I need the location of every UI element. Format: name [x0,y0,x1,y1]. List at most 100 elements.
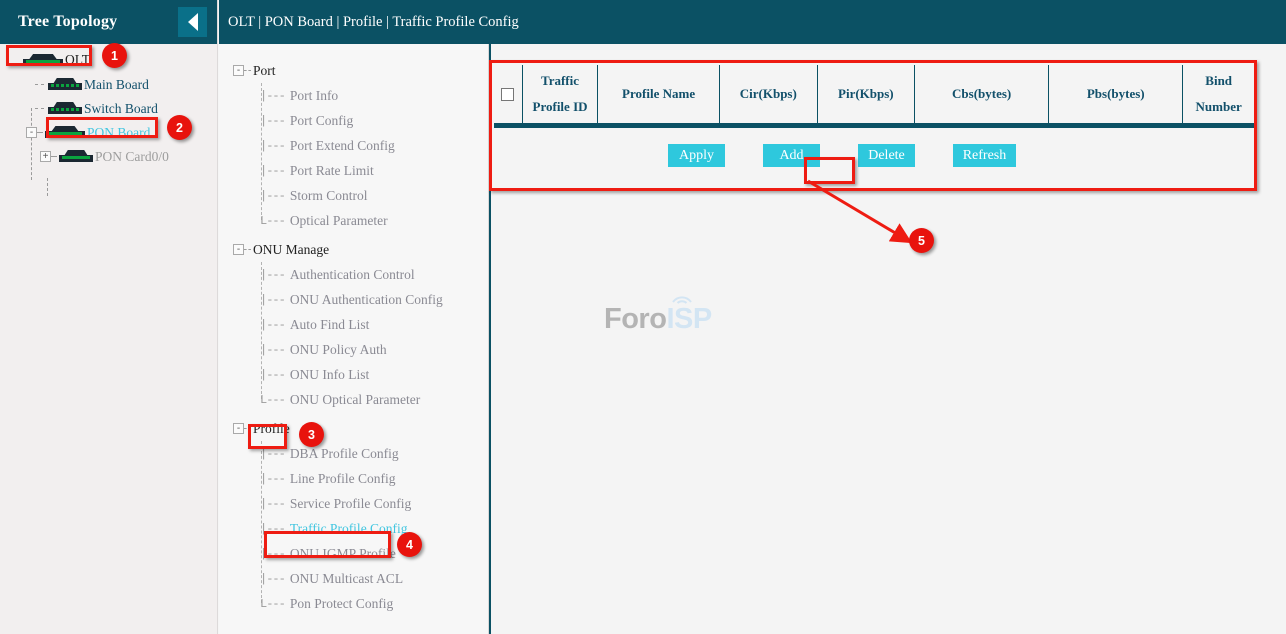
menu-item-onu-optical-parameter[interactable]: L--- ONU Optical Parameter [219,387,488,412]
menu-leader-icon: |--- [260,522,285,536]
menu-leader-icon: |--- [260,114,285,128]
delete-button[interactable]: Delete [858,144,915,167]
menu-item-auto-find-list[interactable]: |--- Auto Find List [219,312,488,337]
menu-leader-icon: |--- [260,572,285,586]
menu-expander-icon[interactable]: - [233,423,244,434]
menu-leader-icon: |--- [260,343,285,357]
menu-item-label: ONU Authentication Config [290,292,443,308]
menu-item-onu-igmp-profile[interactable]: |--- ONU IGMP Profile [219,541,488,566]
menu-expander-icon[interactable]: - [233,65,244,76]
column-header-bind-number[interactable]: Bind Number [1183,65,1254,123]
menu-item-authentication-control[interactable]: |--- Authentication Control [219,262,488,287]
menu-leader-icon: L--- [260,597,285,611]
menu-leader-icon: |--- [260,368,285,382]
menu-group-label: Profile [253,421,290,437]
select-all-cell [494,65,522,123]
menu-item-label: Storm Control [290,188,368,204]
application-window: Tree Topology OLT [0,0,1286,634]
menu-group-label: Port [253,63,276,79]
menu-leader-icon: |--- [260,189,285,203]
menu-item-label: Port Info [290,88,338,104]
device-icon [59,150,93,163]
menu-group-profile[interactable]: - Profile [219,416,488,441]
tree-item-main-board[interactable]: Main Board [0,74,217,95]
menu-group-onu-manage[interactable]: - ONU Manage [219,237,488,262]
tree-item-label: PON Card0/0 [95,150,169,164]
watermark-text-foro: Foro [604,303,666,336]
menu-item-pon-protect-config[interactable]: L--- Pon Protect Config [219,591,488,616]
menu-item-dba-profile-config[interactable]: |--- DBA Profile Config [219,441,488,466]
menu-leader-icon: L--- [260,214,285,228]
tree-connector [35,84,44,85]
select-all-checkbox[interactable] [501,88,514,101]
menu-item-optical-parameter[interactable]: L--- Optical Parameter [219,208,488,233]
menu-item-storm-control[interactable]: |--- Storm Control [219,183,488,208]
tree-connector [35,108,44,109]
tree-expander-collapse-icon[interactable]: - [26,127,37,138]
menu-connector [244,428,251,429]
menu-group-port[interactable]: - Port [219,58,488,83]
menu-item-traffic-profile-config[interactable]: |--- Traffic Profile Config [219,516,488,541]
menu-item-label: Optical Parameter [290,213,388,229]
column-header-cbs[interactable]: Cbs(bytes) [915,65,1049,123]
menu-item-port-config[interactable]: |--- Port Config [219,108,488,133]
menu-item-onu-info-list[interactable]: |--- ONU Info List [219,362,488,387]
menu-item-label: DBA Profile Config [290,446,399,462]
menu-leader-icon: |--- [260,497,285,511]
menu-item-label: ONU Policy Auth [290,342,387,358]
add-button[interactable]: Add [763,144,820,167]
menu-item-label: Service Profile Config [290,496,411,512]
tree-item-label: OLT [65,53,90,67]
tree-item-label: PON Board [87,126,150,140]
callout-badge-1: 1 [102,43,127,68]
menu-sublist-port: |--- Port Info |--- Port Config |--- Por… [219,83,488,233]
menu-item-onu-policy-auth[interactable]: |--- ONU Policy Auth [219,337,488,362]
device-icon [48,102,82,115]
breadcrumb-bar: OLT | PON Board | Profile | Traffic Prof… [219,0,1286,44]
menu-item-service-profile-config[interactable]: |--- Service Profile Config [219,491,488,516]
apply-button[interactable]: Apply [668,144,725,167]
traffic-profile-table-panel: Traffic Profile ID Profile Name Cir(Kbps… [494,65,1262,183]
chevron-left-glyph [188,13,198,31]
tree-expander-expand-icon[interactable]: + [40,151,51,162]
menu-item-label: Port Config [290,113,353,129]
menu-connector [244,70,251,71]
menu-expander-icon[interactable]: - [233,244,244,255]
callout-badge-3: 3 [299,422,324,447]
tree-item-pon-card[interactable]: + PON Card0/0 [0,146,217,167]
watermark-text-isp: ISP [666,303,711,336]
sidebar-title: Tree Topology [0,13,117,31]
column-header-pir[interactable]: Pir(Kbps) [817,65,915,123]
menu-item-port-extend-config[interactable]: |--- Port Extend Config [219,133,488,158]
menu-item-onu-multicast-acl[interactable]: |--- ONU Multicast ACL [219,566,488,591]
menu-item-label: ONU Info List [290,367,370,383]
menu-item-label: Port Rate Limit [290,163,374,179]
column-header-traffic-profile-id[interactable]: Traffic Profile ID [522,65,597,123]
menu-item-port-rate-limit[interactable]: |--- Port Rate Limit [219,158,488,183]
chevron-left-icon[interactable] [178,7,207,37]
device-icon [48,78,82,91]
refresh-button[interactable]: Refresh [953,144,1016,167]
column-header-profile-name[interactable]: Profile Name [598,65,720,123]
menu-item-onu-authentication-config[interactable]: |--- ONU Authentication Config [219,287,488,312]
column-header-pbs[interactable]: Pbs(bytes) [1049,65,1183,123]
foroisp-watermark: Foro ISP [604,303,712,336]
menu-item-label: Line Profile Config [290,471,396,487]
menu-leader-icon: |--- [260,89,285,103]
tree-item-label: Main Board [84,78,149,92]
content-panel: Traffic Profile ID Profile Name Cir(Kbps… [489,44,1286,634]
menu-item-line-profile-config[interactable]: |--- Line Profile Config [219,466,488,491]
callout-badge-2: 2 [167,115,192,140]
menu-leader-icon: L--- [260,393,285,407]
table-action-buttons: Apply Add Delete Refresh [494,128,1254,183]
tree-connector [37,132,43,133]
menu-item-label: Port Extend Config [290,138,395,154]
menu-item-label: Pon Protect Config [290,596,394,612]
column-header-cir[interactable]: Cir(Kbps) [720,65,818,123]
device-icon [45,126,85,139]
tree-item-label: Switch Board [84,102,158,116]
menu-item-port-info[interactable]: |--- Port Info [219,83,488,108]
tree-connector [47,178,48,196]
menu-sublist-profile: |--- DBA Profile Config |--- Line Profil… [219,441,488,616]
navigation-menu: - Port |--- Port Info |--- Port Config |… [219,44,489,634]
